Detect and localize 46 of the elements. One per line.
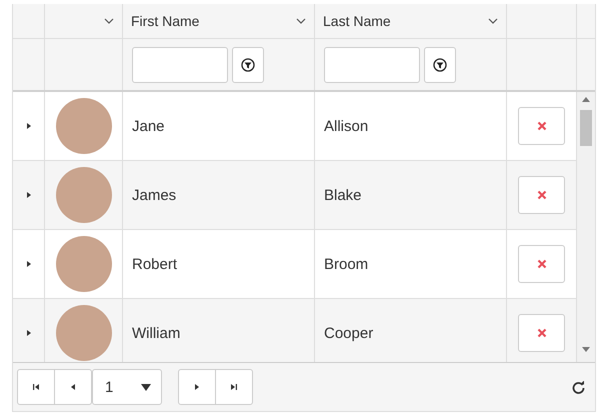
expand-arrow-icon [24,260,32,268]
table-cell: Blake [315,161,507,229]
next-icon [193,383,201,391]
last-page-button[interactable] [215,369,253,405]
chevron-down-icon[interactable] [296,18,306,24]
filter-button[interactable] [232,46,264,82]
delete-button[interactable] [518,107,565,145]
table-cell: Robert [123,230,315,298]
filter-field[interactable] [324,46,420,82]
filter-button[interactable] [424,46,456,82]
delete-button[interactable] [518,245,565,283]
table-cell: James [123,161,315,229]
filter-icon [241,58,255,72]
table-cell: Allison [315,92,507,160]
table-cell: William [123,299,315,362]
delete-button[interactable] [518,314,565,352]
next-page-button[interactable] [178,369,216,405]
filter-field[interactable] [132,46,228,82]
close-icon [536,121,546,131]
scrollbar[interactable] [577,92,595,362]
delete-button[interactable] [518,176,565,214]
table-cell: Broom [315,230,507,298]
column-header[interactable]: Last Name [323,13,391,29]
chevron-down-icon[interactable] [104,18,114,24]
first-page-icon [32,383,40,391]
expand-arrow-icon [24,329,32,337]
scroll-down-icon[interactable] [582,347,590,352]
last-page-icon [230,383,238,391]
previous-page-button[interactable] [54,369,92,405]
close-icon [536,328,546,338]
table-cell: Cooper [315,299,507,362]
page-select[interactable]: 1 [92,369,162,405]
column-header[interactable]: First Name [131,13,200,29]
scroll-up-icon[interactable] [582,97,590,102]
filter-icon [433,58,447,72]
previous-icon [69,383,77,391]
refresh-icon[interactable] [572,380,585,394]
close-icon [536,259,546,269]
scrollbar-thumb[interactable] [580,110,592,146]
dropdown-arrow-icon [141,384,151,390]
first-page-button[interactable] [17,369,55,405]
expand-arrow-icon [24,122,32,130]
chevron-down-icon[interactable] [488,18,498,24]
close-icon [536,190,546,200]
table-cell: Jane [123,92,315,160]
expand-arrow-icon [24,191,32,199]
